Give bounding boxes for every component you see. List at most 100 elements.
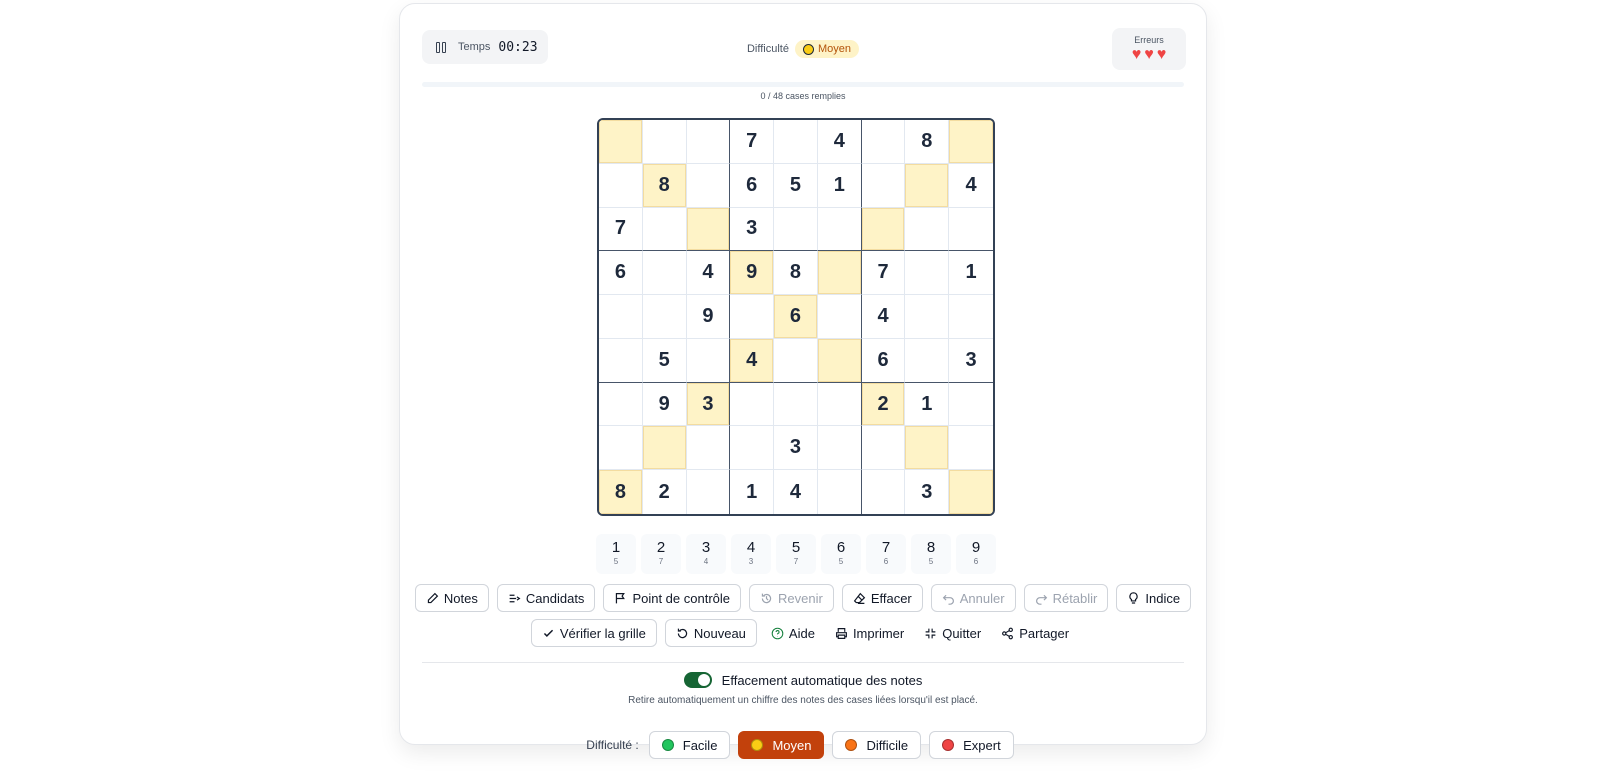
revert-button[interactable]: Revenir <box>749 584 834 612</box>
grid-cell[interactable] <box>905 338 950 383</box>
grid-cell[interactable]: 4 <box>861 295 906 339</box>
grid-cell[interactable]: 9 <box>730 251 775 296</box>
grid-cell[interactable] <box>861 207 906 252</box>
grid-cell[interactable] <box>817 426 862 471</box>
difficulty-facile-button[interactable]: Facile <box>648 731 731 759</box>
grid-cell[interactable]: 6 <box>730 163 775 208</box>
grid-cell[interactable]: 7 <box>599 207 643 252</box>
grid-cell[interactable]: 9 <box>642 382 687 427</box>
difficulty-moyen-button[interactable]: Moyen <box>738 731 825 759</box>
grid-cell[interactable] <box>949 207 993 252</box>
grid-cell[interactable]: 9 <box>686 295 731 339</box>
grid-cell[interactable] <box>642 251 687 296</box>
redo-button[interactable]: Rétablir <box>1023 584 1109 612</box>
grid-cell[interactable] <box>686 163 731 208</box>
grid-cell[interactable] <box>949 295 993 339</box>
grid-cell[interactable] <box>686 207 731 252</box>
grid-cell[interactable] <box>642 207 687 252</box>
grid-cell[interactable] <box>686 426 731 471</box>
grid-cell[interactable] <box>599 120 643 164</box>
grid-cell[interactable] <box>599 382 643 427</box>
candidates-button[interactable]: Candidats <box>496 584 596 612</box>
share-button[interactable]: Partager <box>995 619 1076 647</box>
grid-cell[interactable] <box>817 338 862 383</box>
number-key-3[interactable]: 34 <box>686 534 726 574</box>
grid-cell[interactable]: 3 <box>730 207 775 252</box>
grid-cell[interactable]: 4 <box>686 251 731 296</box>
grid-cell[interactable]: 4 <box>730 338 775 383</box>
grid-cell[interactable] <box>730 295 775 339</box>
grid-cell[interactable] <box>861 470 906 514</box>
grid-cell[interactable]: 1 <box>730 470 775 514</box>
grid-cell[interactable]: 1 <box>817 163 862 208</box>
grid-cell[interactable] <box>949 120 993 164</box>
grid-cell[interactable] <box>817 251 862 296</box>
number-key-6[interactable]: 65 <box>821 534 861 574</box>
grid-cell[interactable] <box>774 338 818 383</box>
undo-button[interactable]: Annuler <box>930 584 1016 612</box>
number-key-4[interactable]: 43 <box>731 534 771 574</box>
auto-erase-toggle[interactable] <box>683 672 712 688</box>
number-key-5[interactable]: 57 <box>776 534 816 574</box>
grid-cell[interactable]: 8 <box>599 470 643 514</box>
grid-cell[interactable] <box>599 426 643 471</box>
grid-cell[interactable] <box>905 163 950 208</box>
erase-button[interactable]: Effacer <box>841 584 923 612</box>
grid-cell[interactable] <box>774 382 818 427</box>
grid-cell[interactable] <box>949 470 993 514</box>
grid-cell[interactable]: 2 <box>861 382 906 427</box>
grid-cell[interactable]: 3 <box>774 426 818 471</box>
grid-cell[interactable] <box>905 426 950 471</box>
grid-cell[interactable] <box>642 295 687 339</box>
grid-cell[interactable]: 6 <box>861 338 906 383</box>
grid-cell[interactable] <box>774 120 818 164</box>
quit-button[interactable]: Quitter <box>918 619 988 647</box>
grid-cell[interactable] <box>861 426 906 471</box>
grid-cell[interactable]: 2 <box>642 470 687 514</box>
grid-cell[interactable] <box>861 163 906 208</box>
grid-cell[interactable]: 3 <box>949 338 993 383</box>
grid-cell[interactable] <box>817 470 862 514</box>
grid-cell[interactable]: 1 <box>905 382 950 427</box>
print-button[interactable]: Imprimer <box>828 619 911 647</box>
grid-cell[interactable] <box>949 426 993 471</box>
grid-cell[interactable] <box>817 295 862 339</box>
grid-cell[interactable]: 8 <box>642 163 687 208</box>
grid-cell[interactable] <box>817 207 862 252</box>
grid-cell[interactable] <box>730 426 775 471</box>
grid-cell[interactable]: 4 <box>774 470 818 514</box>
number-key-9[interactable]: 96 <box>956 534 996 574</box>
grid-cell[interactable]: 8 <box>774 251 818 296</box>
number-key-2[interactable]: 27 <box>641 534 681 574</box>
grid-cell[interactable]: 6 <box>774 295 818 339</box>
grid-cell[interactable]: 7 <box>861 251 906 296</box>
difficulty-difficile-button[interactable]: Difficile <box>832 731 922 759</box>
new-game-button[interactable]: Nouveau <box>664 619 757 647</box>
grid-cell[interactable] <box>599 338 643 383</box>
grid-cell[interactable] <box>686 120 731 164</box>
notes-button[interactable]: Notes <box>414 584 489 612</box>
grid-cell[interactable] <box>599 295 643 339</box>
grid-cell[interactable] <box>642 120 687 164</box>
grid-cell[interactable]: 7 <box>730 120 775 164</box>
number-key-7[interactable]: 76 <box>866 534 906 574</box>
grid-cell[interactable] <box>642 426 687 471</box>
hint-button[interactable]: Indice <box>1116 584 1192 612</box>
verify-button[interactable]: Vérifier la grille <box>530 619 657 647</box>
difficulty-expert-button[interactable]: Expert <box>929 731 1014 759</box>
grid-cell[interactable] <box>905 207 950 252</box>
number-key-8[interactable]: 85 <box>911 534 951 574</box>
grid-cell[interactable]: 1 <box>949 251 993 296</box>
grid-cell[interactable] <box>905 295 950 339</box>
grid-cell[interactable]: 3 <box>686 382 731 427</box>
checkpoint-button[interactable]: Point de contrôle <box>603 584 742 612</box>
grid-cell[interactable]: 6 <box>599 251 643 296</box>
grid-cell[interactable] <box>686 470 731 514</box>
grid-cell[interactable] <box>774 207 818 252</box>
grid-cell[interactable]: 4 <box>817 120 862 164</box>
grid-cell[interactable] <box>599 163 643 208</box>
grid-cell[interactable]: 8 <box>905 120 950 164</box>
grid-cell[interactable] <box>817 382 862 427</box>
grid-cell[interactable] <box>949 382 993 427</box>
help-button[interactable]: Aide <box>764 619 821 647</box>
